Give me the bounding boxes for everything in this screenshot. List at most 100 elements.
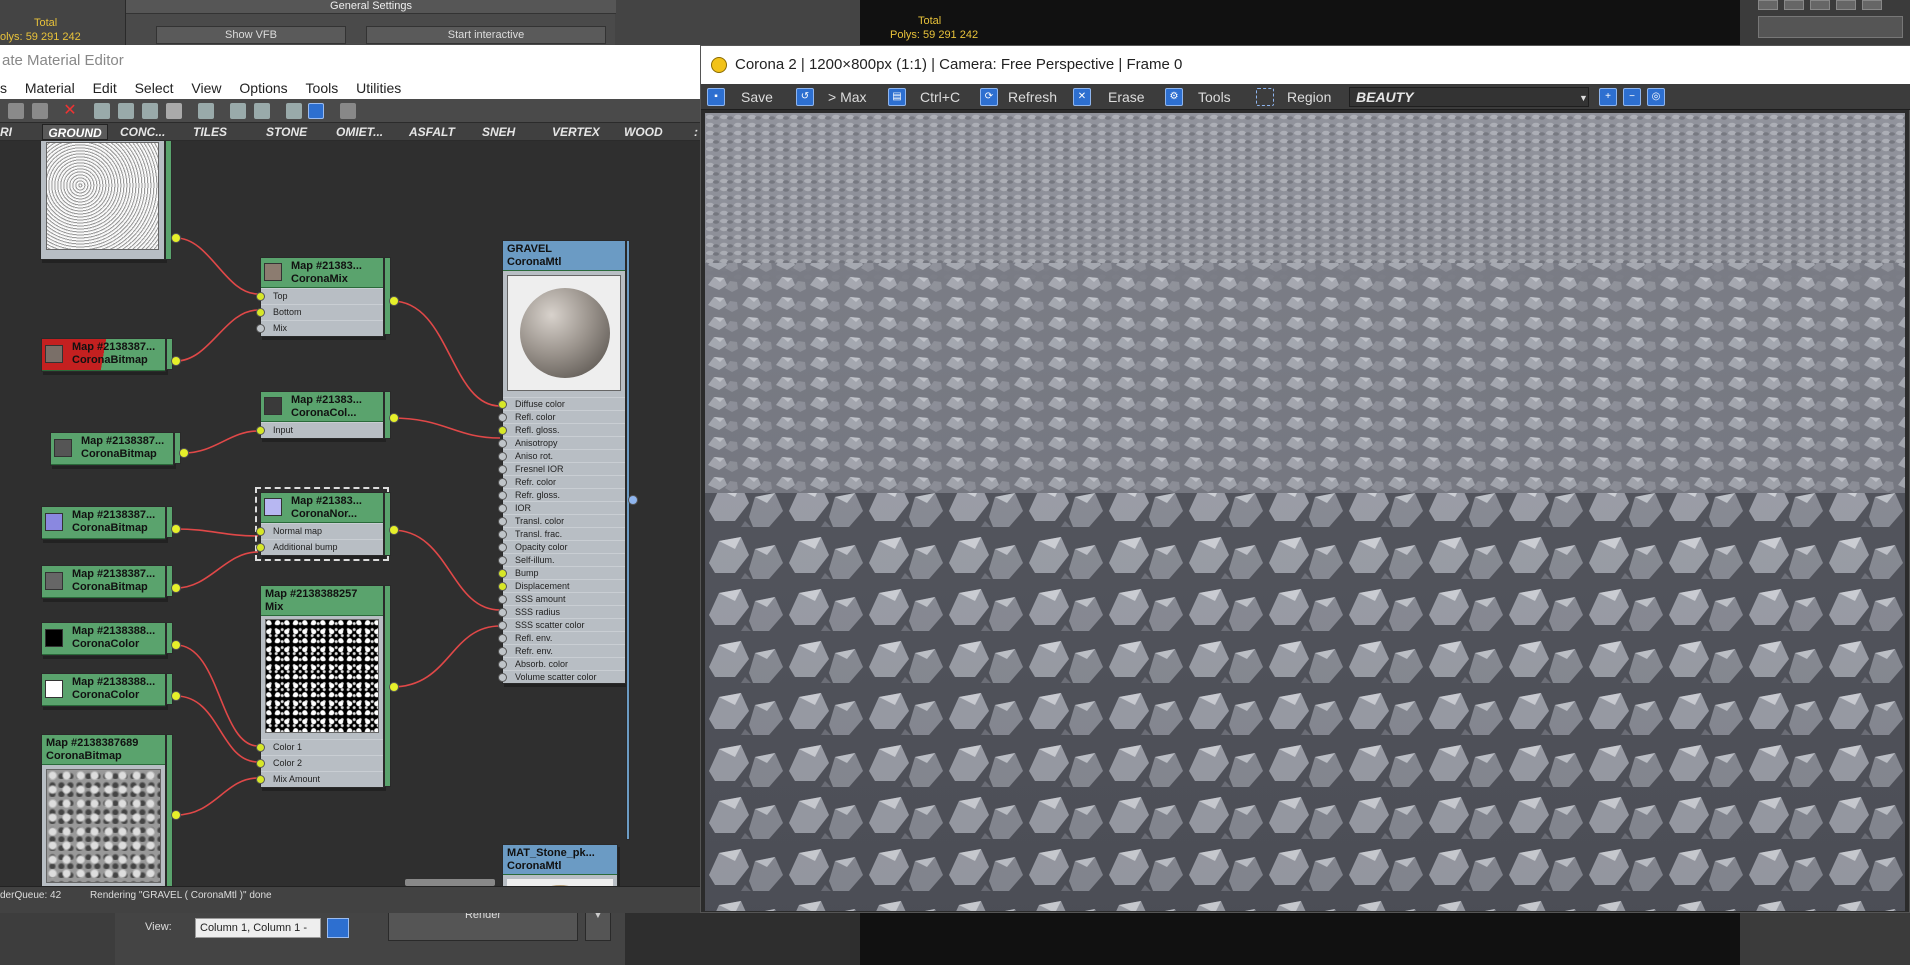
show-map-icon[interactable] — [142, 103, 158, 119]
tab-ground[interactable]: GROUND — [42, 124, 108, 140]
tab-ri[interactable]: RI — [0, 124, 12, 140]
slot-socket[interactable] — [256, 426, 265, 435]
gravel-slot[interactable]: Fresnel IOR — [498, 462, 625, 475]
output-socket[interactable] — [389, 525, 399, 535]
slot-socket[interactable] — [498, 582, 507, 591]
menu-item-tools[interactable]: Tools — [306, 80, 339, 96]
gravel-slot[interactable]: Refr. gloss. — [498, 488, 625, 501]
erase-icon[interactable]: ✕ — [1073, 88, 1091, 106]
zoom-in-icon[interactable]: + — [1599, 88, 1617, 106]
gravel-slot[interactable]: Refl. color — [498, 410, 625, 423]
menu-item-utilities[interactable]: Utilities — [356, 80, 401, 96]
background-icon[interactable] — [166, 103, 182, 119]
slot-socket[interactable] — [498, 634, 507, 643]
tab-vertex[interactable]: VERTEX — [552, 124, 600, 140]
node-view[interactable]: Map #21383... CoronaMix Top Bottom Mix M… — [0, 141, 700, 886]
output-socket[interactable] — [171, 640, 181, 650]
render-channel-select[interactable]: BEAUTY — [1349, 87, 1589, 107]
gravel-slot[interactable]: SSS amount — [498, 592, 625, 605]
slot-socket[interactable] — [256, 743, 265, 752]
slot-normal-map[interactable]: Normal map — [256, 523, 383, 539]
region-button[interactable]: Region — [1287, 87, 1331, 107]
node-mix[interactable]: Map #2138388257 Mix Color 1 Color 2 Mix … — [256, 585, 384, 788]
tab-more[interactable]: : — [694, 124, 698, 140]
slot-mix[interactable]: Mix — [256, 320, 383, 336]
zoom-out-icon[interactable]: − — [1623, 88, 1641, 106]
gravel-slot[interactable]: Refl. gloss. — [498, 423, 625, 436]
slot-socket[interactable] — [498, 569, 507, 578]
slot-socket[interactable] — [256, 527, 265, 536]
slot-socket[interactable] — [498, 439, 507, 448]
erase-button[interactable]: Erase — [1108, 87, 1145, 107]
gravel-slot[interactable]: Refr. color — [498, 475, 625, 488]
to-max-button[interactable]: > Max — [828, 87, 867, 107]
rendered-image[interactable] — [705, 113, 1905, 911]
gravel-slot[interactable]: SSS radius — [498, 605, 625, 618]
menu-item-options[interactable]: Options — [239, 80, 287, 96]
gravel-slot[interactable]: Anisotropy — [498, 436, 625, 449]
node-bitmap-red[interactable]: Map #2138387... CoronaBitmap — [41, 338, 166, 372]
tab-concrete[interactable]: CONC... — [120, 124, 165, 140]
slot-socket[interactable] — [256, 308, 265, 317]
slot-socket[interactable] — [498, 491, 507, 500]
command-panel-field[interactable] — [1758, 16, 1903, 38]
region-icon[interactable] — [1256, 88, 1274, 106]
slot-socket[interactable] — [498, 413, 507, 422]
gravel-slot[interactable]: Refl. env. — [498, 631, 625, 644]
gravel-slot[interactable]: Aniso rot. — [498, 449, 625, 462]
output-socket[interactable] — [389, 413, 399, 423]
lock-icon[interactable] — [327, 918, 349, 938]
output-socket[interactable] — [389, 682, 399, 692]
slot-socket[interactable] — [256, 543, 265, 552]
node-gravel-coronamtl[interactable]: GRAVEL CoronaMtl Diffuse color Refl. colo… — [498, 240, 626, 684]
tab-wood[interactable]: WOOD — [624, 124, 663, 140]
node-stone-coronamtl[interactable]: MAT_Stone_pk... CoronaMtl — [502, 844, 618, 886]
command-tab-hierarchy-icon[interactable] — [1810, 0, 1830, 10]
zoom-fit-icon[interactable]: ◎ — [1647, 88, 1665, 106]
slot-top[interactable]: Top — [256, 288, 383, 304]
node-coronacolorcorrect[interactable]: Map #21383... CoronaCol... Input — [256, 391, 384, 439]
menu-item-select[interactable]: Select — [135, 80, 174, 96]
refresh-button[interactable]: Refresh — [1008, 87, 1057, 107]
gravel-slot[interactable]: Bump — [498, 566, 625, 579]
slot-socket[interactable] — [498, 595, 507, 604]
node-bitmap-normal[interactable]: Map #2138387... CoronaBitmap — [41, 506, 166, 540]
output-socket[interactable] — [171, 233, 181, 243]
command-tab-motion-icon[interactable] — [1836, 0, 1856, 10]
slot-socket[interactable] — [498, 465, 507, 474]
pick-material-icon[interactable] — [8, 103, 24, 119]
copy-button[interactable]: Ctrl+C — [920, 87, 960, 107]
slot-additional-bump[interactable]: Additional bump — [256, 539, 383, 555]
slot-mix-amount[interactable]: Mix Amount — [256, 771, 383, 787]
slot-socket[interactable] — [498, 478, 507, 487]
node-bitmap-gray[interactable]: Map #2138387... CoronaBitmap — [50, 432, 174, 466]
slot-socket[interactable] — [498, 673, 507, 682]
output-socket[interactable] — [171, 356, 181, 366]
gravel-slot[interactable]: Absorb. color — [498, 657, 625, 670]
select-by-material-icon[interactable] — [308, 103, 324, 119]
chevron-down-icon[interactable]: ▼ — [1579, 93, 1588, 103]
gravel-slot[interactable]: Transl. frac. — [498, 527, 625, 540]
menu-item-modes[interactable]: s — [0, 80, 7, 96]
output-socket[interactable] — [171, 524, 181, 534]
slot-socket[interactable] — [256, 759, 265, 768]
gravel-slot[interactable]: Transl. color — [498, 514, 625, 527]
slot-socket[interactable] — [256, 775, 265, 784]
tab-sneh[interactable]: SNEH — [482, 124, 515, 140]
gravel-slot[interactable]: IOR — [498, 501, 625, 514]
slot-socket[interactable] — [498, 400, 507, 409]
zoom-icon[interactable] — [340, 103, 356, 119]
slot-color1[interactable]: Color 1 — [256, 739, 383, 755]
node-bitmap-big[interactable]: Map #2138387689 CoronaBitmap — [41, 734, 166, 886]
gravel-slot[interactable]: Opacity color — [498, 540, 625, 553]
node-coronamix[interactable]: Map #21383... CoronaMix Top Bottom Mix — [256, 257, 384, 337]
output-socket[interactable] — [171, 583, 181, 593]
output-socket[interactable] — [179, 448, 189, 458]
slot-input[interactable]: Input — [256, 422, 383, 438]
output-socket[interactable] — [628, 495, 638, 505]
save-icon[interactable]: ▪ — [707, 88, 725, 106]
node-bitmap-top[interactable] — [40, 141, 165, 260]
slot-socket[interactable] — [498, 426, 507, 435]
menu-item-view[interactable]: View — [191, 80, 221, 96]
slot-socket[interactable] — [498, 543, 507, 552]
